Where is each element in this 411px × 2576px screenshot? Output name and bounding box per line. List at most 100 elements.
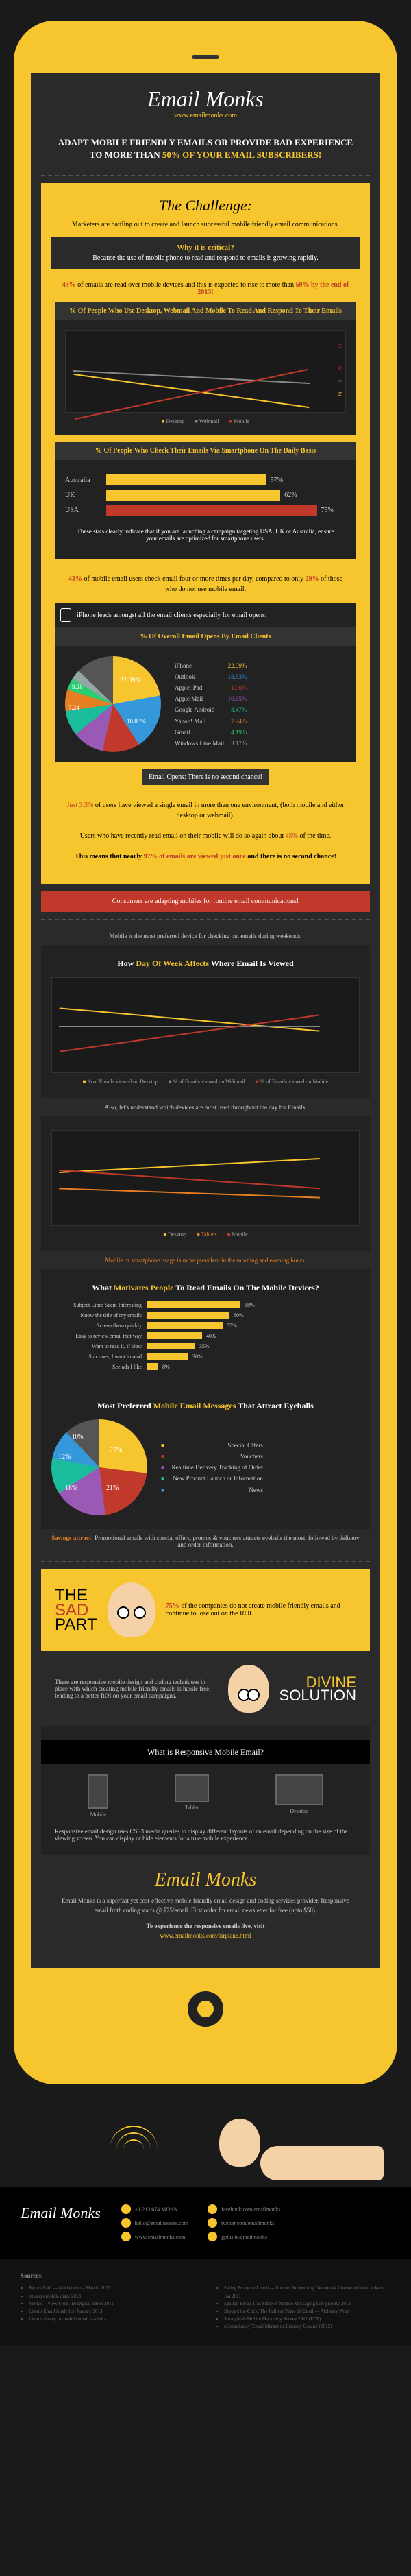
- legend-desktop: Desktop: [162, 418, 185, 424]
- phone-home-button[interactable]: [185, 1988, 226, 2030]
- hand-section: [0, 2105, 411, 2187]
- headline-line2-pct: 50% OF YOUR EMAIL SUBSCRIBERS!: [162, 149, 321, 160]
- device-row: Mobile Tablet Desktop: [55, 1774, 356, 1818]
- ns-l2p: 45%: [286, 832, 298, 840]
- pie2-section: Most Preferred Mobile Email Messages Tha…: [41, 1387, 370, 1529]
- phone-frame: Email Monks www.emailmonks.com ADAPT MOB…: [14, 21, 397, 2084]
- dow-title: How Day Of Week Affects Where Email Is V…: [51, 959, 360, 969]
- footer-contacts: +1 213 674 MONK facebook.com/emailmonks …: [121, 2204, 281, 2241]
- iphone-bar: iPhone leads amongst all the email clien…: [55, 603, 356, 627]
- mot-0: Subject Lines Seem Interesting68%: [51, 1301, 360, 1308]
- hr-line-m: [59, 1170, 319, 1190]
- monk-hand-icon: [260, 2146, 384, 2180]
- contact-facebook[interactable]: facebook.com/emailmonks: [208, 2204, 280, 2214]
- pie1-item-4: Google Android8.47%: [175, 704, 247, 715]
- headline: ADAPT MOBILE FRIENDLY EMAILS OR PROVIDE …: [41, 130, 370, 168]
- phone-icon: [121, 2204, 131, 2214]
- hbar-usa-lbl: USA: [65, 507, 106, 514]
- ns-l3p: 97% of emails are viewed just once: [144, 853, 246, 860]
- hourly-note: Mobile or smartphone usage is more preva…: [41, 1251, 370, 1269]
- pie2-item-4: ■ News: [161, 1484, 263, 1495]
- legend-mobile: Mobile: [229, 418, 249, 424]
- dow-leg-m: % of Emails viewed on Mobile: [256, 1079, 329, 1085]
- iphone-bar-text: iPhone leads amongst all the email clien…: [77, 612, 267, 619]
- hbar-usa: USA 75%: [65, 505, 346, 516]
- contact-web[interactable]: www.emailmonks.com: [121, 2232, 194, 2241]
- stat43-t1: of mobile email users check email four o…: [84, 575, 305, 583]
- monk-head-icon: [219, 2119, 260, 2167]
- dow-legend: % of Emails viewed on Desktop % of Email…: [51, 1079, 360, 1085]
- phone-icon: [60, 608, 71, 622]
- pie2-note-lbl: Savings attract!: [51, 1534, 93, 1541]
- brand-url[interactable]: www.emailmonks.com: [41, 112, 370, 119]
- hbar-au-bar: [106, 474, 266, 485]
- chart2: Australia 57% UK 62% USA 75% These s: [55, 460, 356, 559]
- sources-col2: Eating From the Lunch — Internet Adverti…: [216, 2272, 390, 2331]
- contact-phone[interactable]: +1 213 674 MONK: [121, 2204, 194, 2214]
- dow-leg-w: % of Emails viewed on Webmail: [169, 1079, 245, 1085]
- divider3: [41, 1561, 370, 1562]
- hourly-legend: Desktop Tablets Mobile: [51, 1231, 360, 1238]
- dow-leg-d: % of Emails viewed on Desktop: [83, 1079, 158, 1085]
- web-icon: [121, 2232, 131, 2241]
- phone-speaker: [192, 55, 219, 59]
- sad-text: 75% of the companies do not create mobil…: [166, 1602, 356, 1617]
- footer-logo: Email Monks: [21, 2204, 101, 2222]
- responsive-section: What is Responsive Mobile Email? Mobile …: [41, 1726, 370, 1855]
- hr-leg-d: Desktop: [163, 1231, 186, 1238]
- pie1-item-1: Outlook18.83%: [175, 671, 247, 682]
- pie2-title: Most Preferred Mobile Email Messages Tha…: [51, 1401, 360, 1411]
- hourly-section: Desktop Tablets Mobile: [41, 1116, 370, 1251]
- hr-leg-m: Mobile: [227, 1231, 248, 1238]
- why-title: Why it is critical?: [58, 243, 353, 252]
- pie1-item-3: Apple Mail10.65%: [175, 693, 247, 704]
- sources: Sources: Return Path — Marketwire – Marc…: [0, 2259, 411, 2344]
- pie2-chart: 27% 21% 18% 12% 10%: [51, 1419, 147, 1515]
- chart1-canvas: 63 43 33 25: [65, 330, 346, 413]
- challenge-box: The Challenge: Marketers are battling ou…: [41, 183, 370, 884]
- mot-1: Know the title of my emails60%: [51, 1312, 360, 1319]
- tablet-screen-icon: [175, 1774, 209, 1802]
- pie2-v0: 27%: [110, 1447, 122, 1454]
- pie2-note-txt: Promotional emails with special offers, …: [95, 1534, 360, 1548]
- gplus-icon: [208, 2232, 217, 2241]
- line-desktop: [74, 374, 310, 408]
- sad-part: THE SAD PART 75% of the companies do not…: [41, 1569, 370, 1651]
- chart1-title: % Of People Who Use Desktop, Webmail And…: [55, 302, 356, 320]
- mot-2: Screen them quickly55%: [51, 1322, 360, 1329]
- ns-l1: of users have viewed a single email in m…: [95, 802, 345, 819]
- motivate-title: What Motivates People To Read Emails On …: [51, 1283, 360, 1293]
- src-6: Epsilon Email Trac Since of Mobile Messa…: [224, 2300, 390, 2308]
- src-2: Merkle – View From the Digital Inbox 201…: [29, 2300, 195, 2308]
- nosecond-body: Just 3.3% of users have viewed a single …: [55, 792, 356, 870]
- hr-line-d: [59, 1158, 319, 1173]
- sources-col1: Sources: Return Path — Marketwire – Marc…: [21, 2272, 195, 2331]
- footer: Email Monks +1 213 674 MONK facebook.com…: [0, 2187, 411, 2259]
- stat43-pct2: 29%: [306, 575, 319, 583]
- final-p1: Email Monks is a superfast yet cost-effe…: [55, 1897, 356, 1915]
- final-brand-logo: Email Monks: [55, 1869, 356, 1891]
- motivate-section: What Motivates People To Read Emails On …: [41, 1269, 370, 1387]
- ns-l1p: Just 3.3%: [66, 802, 93, 809]
- home-button-inner: [197, 2001, 214, 2017]
- divine-box: There are responsive mobile design and c…: [41, 1651, 370, 1726]
- src-7: Beyond the Click: The Indirect Value of …: [224, 2308, 390, 2315]
- contact-mail[interactable]: hello@emailmonks.com: [121, 2218, 194, 2228]
- contact-twitter[interactable]: twitter.com/emailmonks: [208, 2218, 280, 2228]
- pie1-item-0: iPhone22.09%: [175, 660, 247, 671]
- red-banner: Consumers are adapting mobiles for routi…: [41, 891, 370, 912]
- device-desktop: Desktop: [275, 1774, 323, 1818]
- dow-section: How Day Of Week Affects Where Email Is V…: [41, 945, 370, 1098]
- hbar-uk-lbl: UK: [65, 492, 106, 499]
- chart2-note: These stats clearly indicate that if you…: [65, 521, 346, 549]
- facebook-icon: [208, 2204, 217, 2214]
- contact-gplus[interactable]: gplus.to/emailmonks: [208, 2232, 280, 2241]
- pie2-note: Savings attract! Promotional emails with…: [41, 1529, 370, 1554]
- final-link[interactable]: www.emailmonks.com/airplane.html: [160, 1932, 251, 1939]
- divider: [41, 175, 370, 176]
- monk-icon: [108, 1582, 155, 1637]
- chart1-val-25: 25: [338, 392, 342, 397]
- hbar-usa-bar: [106, 505, 317, 516]
- pie1-title: % Of Overall Email Opens By Email Client…: [55, 627, 356, 646]
- chart1-val-33: 33: [338, 379, 342, 385]
